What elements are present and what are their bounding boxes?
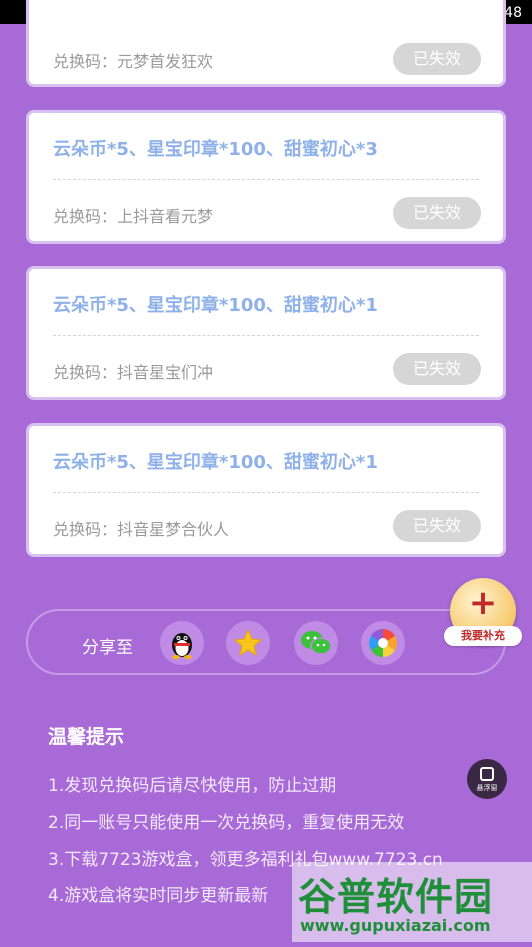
code-prefix: 兑换码： xyxy=(53,363,118,382)
plus-icon: + xyxy=(468,583,498,623)
code-row: 兑换码：抖音星梦合伙人 xyxy=(53,516,229,540)
tip-item: 4.游戏盒将实时同步更新最新 xyxy=(48,886,269,906)
qzone-star-icon[interactable] xyxy=(226,621,270,665)
code-value: 抖音星梦合伙人 xyxy=(117,520,230,539)
redeem-card: 云朵币*5、星宝印章*100、甜蜜初心*1 兑换码：抖音星梦合伙人 已失效 xyxy=(26,423,506,557)
watermark-url: www.gupuxiazai.com xyxy=(300,916,491,935)
redeem-card: 云朵币*5、星宝印章*100、甜蜜初心*3 兑换码：上抖音看元梦 已失效 xyxy=(26,110,506,244)
watermark: 谷普软件园 www.gupuxiazai.com xyxy=(292,862,532,942)
code-prefix: 兑换码： xyxy=(53,520,118,539)
code-row: 兑换码：抖音星宝们冲 xyxy=(53,359,213,383)
code-value: 元梦首发狂欢 xyxy=(117,52,214,71)
tips-title: 温馨提示 xyxy=(48,726,125,748)
wechat-icon[interactable] xyxy=(294,621,338,665)
code-row: 兑换码：元梦首发狂欢 xyxy=(53,48,213,72)
reward-title: 云朵币*5、星宝印章*100、甜蜜初心*1 xyxy=(53,295,378,316)
code-row: 兑换码：上抖音看元梦 xyxy=(53,203,213,227)
qq-icon[interactable] xyxy=(160,621,204,665)
code-value: 抖音星宝们冲 xyxy=(117,363,214,382)
float-window-button[interactable]: 悬浮窗 xyxy=(467,759,507,799)
expired-button[interactable]: 已失效 xyxy=(393,43,481,75)
tip-item: 1.发现兑换码后请尽快使用，防止过期 xyxy=(48,776,337,796)
redeem-card: 兑换码：元梦首发狂欢 已失效 xyxy=(26,0,506,87)
share-bar: 分享至 xyxy=(26,609,506,675)
window-icon xyxy=(480,767,494,781)
watermark-name: 谷普软件园 xyxy=(298,875,494,919)
tip-item: 2.同一账号只能使用一次兑换码，重复使用无效 xyxy=(48,813,405,833)
expired-button[interactable]: 已失效 xyxy=(393,353,481,385)
share-label: 分享至 xyxy=(82,638,133,658)
dashed-divider xyxy=(53,179,479,180)
reward-title: 云朵币*5、星宝印章*100、甜蜜初心*3 xyxy=(53,139,378,160)
expired-button[interactable]: 已失效 xyxy=(393,510,481,542)
code-value: 上抖音看元梦 xyxy=(117,207,214,226)
dashed-divider xyxy=(53,492,479,493)
code-prefix: 兑换码： xyxy=(53,52,118,71)
float-window-label: 悬浮窗 xyxy=(476,784,498,792)
dashed-divider xyxy=(53,335,479,336)
moments-icon[interactable] xyxy=(361,621,405,665)
redeem-card: 云朵币*5、星宝印章*100、甜蜜初心*1 兑换码：抖音星宝们冲 已失效 xyxy=(26,266,506,400)
code-prefix: 兑换码： xyxy=(53,207,118,226)
fab-label: 我要补充 xyxy=(444,626,522,646)
expired-button[interactable]: 已失效 xyxy=(393,197,481,229)
reward-title: 云朵币*5、星宝印章*100、甜蜜初心*1 xyxy=(53,452,378,473)
add-code-button[interactable]: + 我要补充 xyxy=(444,578,522,646)
